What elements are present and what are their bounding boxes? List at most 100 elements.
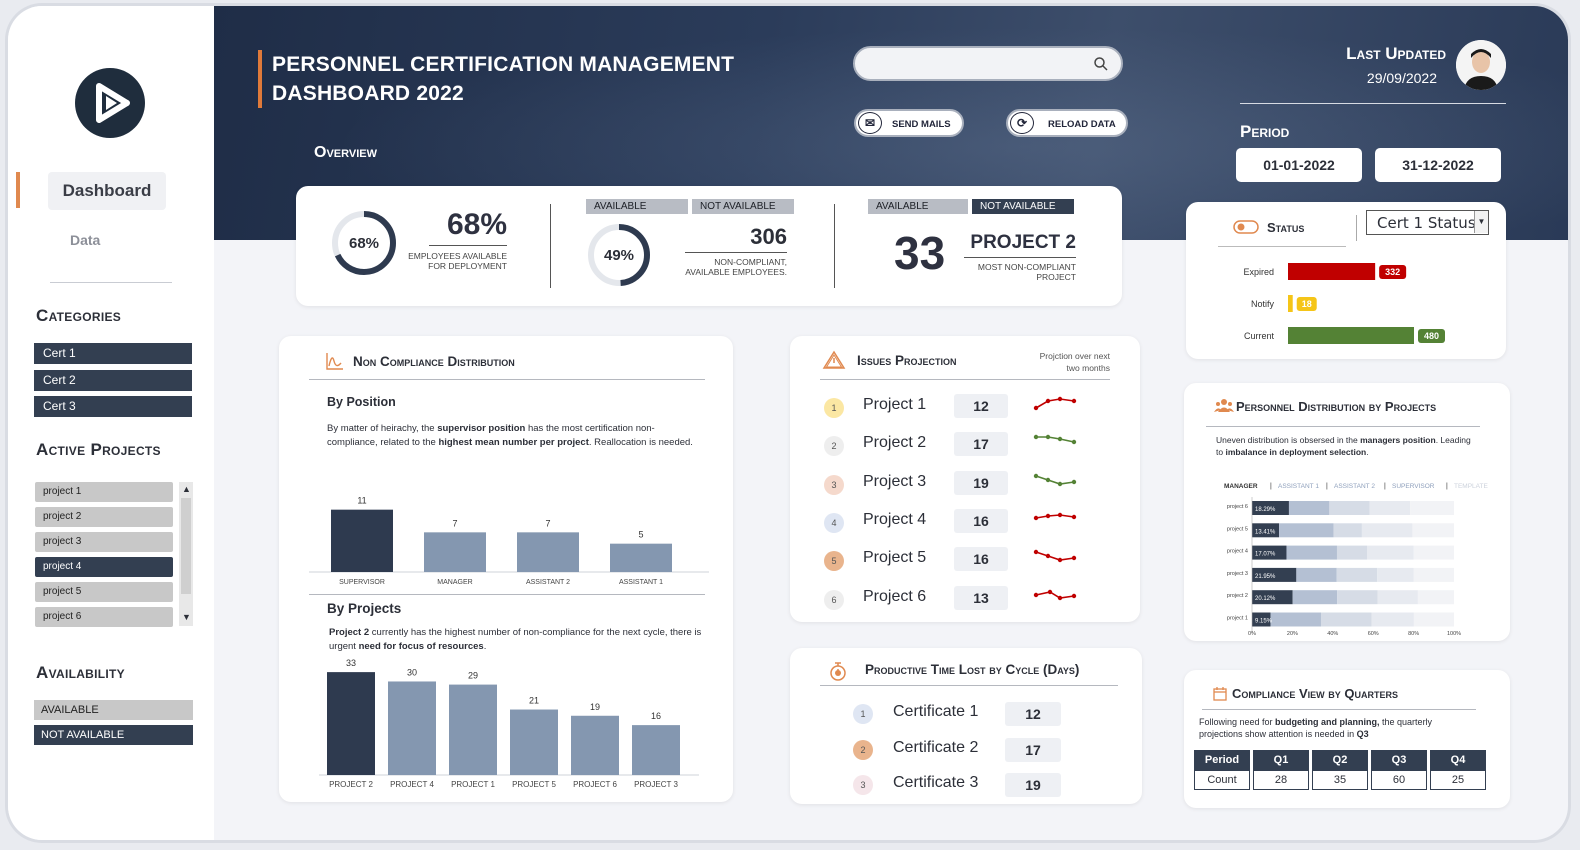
ring-noncompliant: 49% bbox=[588, 224, 650, 286]
issue-row[interactable]: 3 Project 3 19 bbox=[790, 470, 1120, 500]
period-label: Period bbox=[1240, 122, 1290, 141]
tag-not-available[interactable]: NOT AVAILABLE bbox=[692, 199, 794, 214]
ring-availability: 68% bbox=[332, 211, 396, 275]
period-start-date[interactable]: 01-01-2022 bbox=[1236, 148, 1362, 182]
quarters-title: Compliance View by Quarters bbox=[1232, 686, 1399, 701]
category-cert-3[interactable]: Cert 3 bbox=[34, 396, 192, 417]
table-header: Period bbox=[1194, 750, 1250, 770]
period-end-date[interactable]: 31-12-2022 bbox=[1375, 148, 1501, 182]
last-updated-date: 29/09/2022 bbox=[1366, 70, 1437, 86]
divider bbox=[309, 379, 705, 380]
availability-available[interactable]: AVAILABLE bbox=[34, 700, 193, 720]
issue-row[interactable]: 2 Project 2 17 bbox=[790, 431, 1120, 461]
timelost-row[interactable]: 3 Certificate 3 19 bbox=[790, 771, 1130, 801]
timelost-row[interactable]: 2 Certificate 2 17 bbox=[790, 736, 1130, 766]
timelost-title: Productive Time Lost by Cycle (Days) bbox=[865, 662, 1080, 677]
data-label: 17.07% bbox=[1255, 552, 1276, 558]
text-emphasis: need for focus of resources bbox=[358, 641, 484, 652]
rank-badge: 3 bbox=[824, 474, 844, 495]
legend-item: SUPERVISOR bbox=[1392, 483, 1435, 490]
avatar[interactable] bbox=[1456, 40, 1506, 90]
categories-title: Categories bbox=[36, 306, 122, 325]
divider bbox=[964, 257, 1076, 258]
status-bar-value: 18 bbox=[1302, 299, 1312, 309]
availability-not-available[interactable]: NOT AVAILABLE bbox=[34, 725, 193, 745]
project-item[interactable]: project 2 bbox=[35, 507, 173, 527]
issues-title: Issues Projection bbox=[857, 353, 957, 368]
chevron-down-icon[interactable]: ▼ bbox=[1474, 211, 1488, 233]
scroll-thumb[interactable] bbox=[181, 498, 191, 594]
nav-data[interactable]: Data bbox=[70, 232, 100, 248]
active-projects-title: Active Projects bbox=[36, 440, 161, 459]
trend-line bbox=[1035, 398, 1075, 409]
distribution-chart: MANAGER | ASSISTANT 1 | ASSISTANT 2 | SUPERVIS… bbox=[1224, 483, 1488, 637]
search-input[interactable] bbox=[853, 46, 1123, 81]
stacked-segment bbox=[1377, 590, 1418, 605]
project-item[interactable]: project 6 bbox=[35, 607, 173, 627]
rank-badge: 6 bbox=[824, 589, 844, 610]
certificate-name: Certificate 2 bbox=[893, 738, 979, 756]
category-cert-1[interactable]: Cert 1 bbox=[34, 343, 192, 364]
status-select[interactable]: Cert 1 Status ▼ bbox=[1366, 210, 1489, 235]
bar-value-label: 21 bbox=[529, 696, 539, 706]
reload-data-button[interactable]: ⟳ RELOAD DATA bbox=[1006, 109, 1128, 137]
status-bar-chart: Expired 332 Notify 18 Current 480 bbox=[1243, 263, 1445, 344]
issue-row[interactable]: 5 Project 5 16 bbox=[790, 546, 1120, 576]
project-item[interactable]: project 5 bbox=[35, 582, 173, 602]
rank-badge: 1 bbox=[824, 398, 844, 418]
rank-badge: 5 bbox=[824, 551, 844, 572]
trend-point bbox=[1033, 515, 1039, 521]
distribution-card: Personnel Distribution by Projects Uneve… bbox=[1184, 383, 1510, 641]
distribution-title: Personnel Distribution by Projects bbox=[1236, 399, 1437, 414]
project-item[interactable]: project 3 bbox=[35, 532, 173, 552]
timelost-row[interactable]: 1 Certificate 1 12 bbox=[790, 700, 1130, 730]
sidebar: Dashboard Data Categories Cert 1 Cert 2 … bbox=[8, 6, 214, 840]
stacked-segment bbox=[1288, 501, 1330, 515]
table-cell: 25 bbox=[1430, 770, 1486, 790]
projects-scrollbar[interactable]: ▲ ▼ bbox=[179, 482, 193, 626]
trend-point bbox=[1057, 437, 1063, 442]
divider bbox=[309, 594, 705, 595]
app-logo bbox=[75, 68, 145, 138]
category-cert-2[interactable]: Cert 2 bbox=[34, 370, 192, 391]
kpi-most-noncompliant-project: PROJECT 2 bbox=[970, 232, 1076, 253]
scroll-up-icon[interactable]: ▲ bbox=[182, 484, 191, 494]
bar-value-label: 30 bbox=[407, 667, 417, 677]
status-bar bbox=[1288, 295, 1293, 312]
issue-row[interactable]: 1 Project 1 12 bbox=[790, 393, 1120, 423]
issue-row[interactable]: 6 Project 6 13 bbox=[790, 585, 1120, 615]
scroll-down-icon[interactable]: ▼ bbox=[182, 612, 191, 622]
issue-row[interactable]: 4 Project 4 16 bbox=[790, 508, 1120, 538]
x-tick-label: PROJECT 3 bbox=[634, 780, 678, 789]
trend-line bbox=[1035, 551, 1075, 562]
timelost-value: 19 bbox=[1005, 773, 1061, 797]
distribution-text: Uneven distribution is obsersed in the m… bbox=[1216, 434, 1476, 458]
nav-dashboard[interactable]: Dashboard bbox=[48, 172, 166, 210]
x-tick-label: PROJECT 5 bbox=[512, 780, 556, 789]
status-bar-value: 480 bbox=[1424, 331, 1439, 341]
tag-available[interactable]: AVAILABLE bbox=[586, 199, 688, 214]
issue-project-name: Project 3 bbox=[863, 472, 927, 490]
divider bbox=[685, 252, 787, 253]
issue-value: 16 bbox=[954, 508, 1008, 533]
bar bbox=[449, 684, 497, 775]
tag-available[interactable]: AVAILABLE bbox=[868, 199, 968, 214]
divider bbox=[1218, 246, 1346, 247]
legend-item: ASSISTANT 1 bbox=[1278, 483, 1319, 490]
x-tick-label: SUPERVISOR bbox=[339, 579, 385, 586]
stacked-segment bbox=[1286, 545, 1337, 560]
project-item[interactable]: project 1 bbox=[35, 482, 173, 502]
x-tick-label: PROJECT 6 bbox=[573, 780, 617, 789]
status-title: Status bbox=[1267, 220, 1305, 235]
stacked-segment bbox=[1296, 567, 1337, 582]
trend-sparkline bbox=[1033, 435, 1077, 445]
tag-not-available[interactable]: NOT AVAILABLE bbox=[972, 199, 1074, 214]
table-header: Q4 bbox=[1430, 750, 1486, 770]
project-item[interactable]: project 4 bbox=[35, 557, 173, 577]
status-bar-label: Current bbox=[1244, 331, 1275, 341]
table-cell: 35 bbox=[1312, 770, 1368, 790]
trend-point bbox=[1071, 398, 1077, 404]
trend-line bbox=[1035, 514, 1075, 519]
kpi-noncompliant-count: 306 bbox=[750, 224, 787, 249]
send-mails-button[interactable]: ✉ SEND MAILS bbox=[854, 109, 964, 137]
